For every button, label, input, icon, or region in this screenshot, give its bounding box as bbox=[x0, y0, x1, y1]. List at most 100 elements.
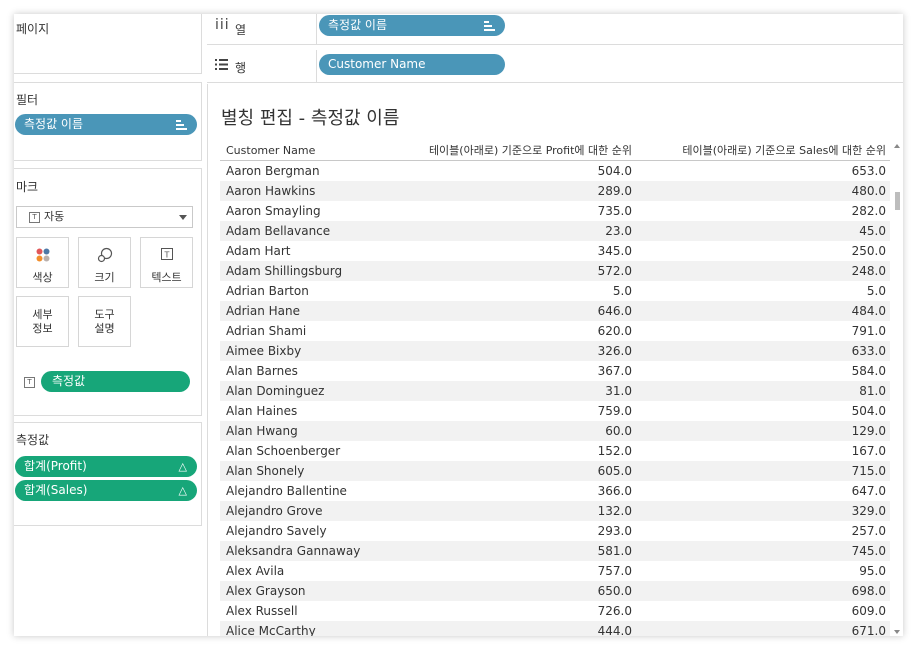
size-button[interactable]: 크기 bbox=[78, 237, 131, 288]
cell-profit-rank: 581.0 bbox=[597, 544, 632, 558]
table-row[interactable]: Adam Bellavance 23.0 45.0 bbox=[220, 221, 890, 241]
view-title: 별칭 편집 - 측정값 이름 bbox=[221, 108, 400, 129]
text-encoding-icon: T bbox=[24, 377, 35, 388]
cell-sales-rank: 45.0 bbox=[859, 224, 886, 238]
cell-customer-name: Alejandro Ballentine bbox=[226, 484, 347, 498]
detail-button[interactable]: 세부 정보 bbox=[16, 296, 69, 347]
table-row[interactable]: Alejandro Grove 132.0 329.0 bbox=[220, 501, 890, 521]
cell-sales-rank: 282.0 bbox=[851, 204, 886, 218]
delta-icon: △ bbox=[178, 460, 187, 473]
cell-sales-rank: 250.0 bbox=[851, 244, 886, 258]
filters-title: 필터 bbox=[16, 93, 39, 107]
size-icon bbox=[79, 247, 130, 263]
cell-sales-rank: 791.0 bbox=[851, 324, 886, 338]
cell-profit-rank: 367.0 bbox=[597, 364, 632, 378]
cell-profit-rank: 60.0 bbox=[605, 424, 632, 438]
table-row[interactable]: Alejandro Ballentine 366.0 647.0 bbox=[220, 481, 890, 501]
mark-type-dropdown[interactable]: T 자동 bbox=[16, 206, 193, 228]
table-row[interactable]: Alejandro Savely 293.0 257.0 bbox=[220, 521, 890, 541]
table-row[interactable]: Adrian Barton 5.0 5.0 bbox=[220, 281, 890, 301]
filter-pill-measure-names[interactable]: 측정값 이름 bbox=[15, 114, 197, 135]
table-row[interactable]: Adrian Shami 620.0 791.0 bbox=[220, 321, 890, 341]
marks-pill-measure-values[interactable]: 측정값 bbox=[41, 371, 190, 392]
tableau-window: 페이지 필터 측정값 이름 마크 T 자동 색상 크기 T 텍스트 세부 정보 … bbox=[14, 14, 903, 636]
measure-pill-profit[interactable]: 합계(Profit) △ bbox=[15, 456, 197, 477]
cell-customer-name: Alan Hwang bbox=[226, 424, 298, 438]
table-row[interactable]: Alan Haines 759.0 504.0 bbox=[220, 401, 890, 421]
delta-icon: △ bbox=[178, 484, 187, 497]
cell-customer-name: Aleksandra Gannaway bbox=[226, 544, 361, 558]
table-row[interactable]: Adam Hart 345.0 250.0 bbox=[220, 241, 890, 261]
scroll-up-icon[interactable] bbox=[894, 144, 900, 148]
svg-text:T: T bbox=[163, 251, 169, 260]
color-button[interactable]: 색상 bbox=[16, 237, 69, 288]
cell-customer-name: Alex Russell bbox=[226, 604, 298, 618]
cell-profit-rank: 326.0 bbox=[597, 344, 632, 358]
table-row[interactable]: Aaron Smayling 735.0 282.0 bbox=[220, 201, 890, 221]
cell-customer-name: Aaron Bergman bbox=[226, 164, 320, 178]
cell-sales-rank: 167.0 bbox=[851, 444, 886, 458]
rows-pill-customer-name[interactable]: Customer Name bbox=[319, 54, 505, 75]
cell-profit-rank: 620.0 bbox=[597, 324, 632, 338]
cell-profit-rank: 444.0 bbox=[597, 624, 632, 636]
header-customer-name[interactable]: Customer Name bbox=[226, 142, 315, 160]
cell-customer-name: Adrian Barton bbox=[226, 284, 309, 298]
cell-customer-name: Alan Barnes bbox=[226, 364, 298, 378]
table-row[interactable]: Alan Shonely 605.0 715.0 bbox=[220, 461, 890, 481]
header-profit-rank[interactable]: 테이블(아래로) 기준으로 Profit에 대한 순위 bbox=[429, 142, 632, 160]
table-row[interactable]: Adrian Hane 646.0 484.0 bbox=[220, 301, 890, 321]
rows-pill-label: Customer Name bbox=[328, 57, 426, 71]
table-row[interactable]: Aleksandra Gannaway 581.0 745.0 bbox=[220, 541, 890, 561]
cell-customer-name: Aimee Bixby bbox=[226, 344, 302, 358]
cell-profit-rank: 152.0 bbox=[597, 444, 632, 458]
table-row[interactable]: Alex Grayson 650.0 698.0 bbox=[220, 581, 890, 601]
text-button[interactable]: T 텍스트 bbox=[140, 237, 193, 288]
columns-shelf: iii 열 측정값 이름 bbox=[207, 14, 903, 45]
table-row[interactable]: Alice McCarthy 444.0 671.0 bbox=[220, 621, 890, 636]
color-label: 색상 bbox=[32, 271, 53, 284]
marks-card: 마크 T 자동 색상 크기 T 텍스트 세부 정보 도구 설명 T 측정값 bbox=[14, 168, 202, 416]
vertical-scrollbar[interactable] bbox=[892, 142, 902, 636]
table-row[interactable]: Alex Avila 757.0 95.0 bbox=[220, 561, 890, 581]
text-icon: T bbox=[141, 247, 192, 263]
cell-customer-name: Alejandro Grove bbox=[226, 504, 323, 518]
measure-pill-sales[interactable]: 합계(Sales) △ bbox=[15, 480, 197, 501]
cell-profit-rank: 23.0 bbox=[605, 224, 632, 238]
cell-customer-name: Adam Shillingsburg bbox=[226, 264, 343, 278]
table-row[interactable]: Alan Dominguez 31.0 81.0 bbox=[220, 381, 890, 401]
cell-profit-rank: 605.0 bbox=[597, 464, 632, 478]
header-sales-rank[interactable]: 테이블(아래로) 기준으로 Sales에 대한 순위 bbox=[682, 142, 886, 160]
cell-profit-rank: 132.0 bbox=[597, 504, 632, 518]
rows-shelf: 행 Customer Name bbox=[207, 50, 903, 83]
table-row[interactable]: Aimee Bixby 326.0 633.0 bbox=[220, 341, 890, 361]
mark-type-label: 자동 bbox=[44, 210, 65, 223]
cell-customer-name: Alan Schoenberger bbox=[226, 444, 341, 458]
table-row[interactable]: Aaron Bergman 504.0 653.0 bbox=[220, 161, 890, 181]
cell-sales-rank: 504.0 bbox=[851, 404, 886, 418]
columns-pill-label: 측정값 이름 bbox=[328, 18, 388, 32]
cell-sales-rank: 584.0 bbox=[851, 364, 886, 378]
table-row[interactable]: Adam Shillingsburg 572.0 248.0 bbox=[220, 261, 890, 281]
cell-customer-name: Alan Dominguez bbox=[226, 384, 325, 398]
columns-pill-measure-names[interactable]: 측정값 이름 bbox=[319, 15, 505, 36]
table-row[interactable]: Alex Russell 726.0 609.0 bbox=[220, 601, 890, 621]
table-row[interactable]: Alan Barnes 367.0 584.0 bbox=[220, 361, 890, 381]
cell-profit-rank: 757.0 bbox=[597, 564, 632, 578]
text-label: 텍스트 bbox=[151, 271, 182, 284]
table-row[interactable]: Alan Hwang 60.0 129.0 bbox=[220, 421, 890, 441]
size-label: 크기 bbox=[94, 271, 115, 284]
pages-title: 페이지 bbox=[16, 22, 50, 36]
table-row[interactable]: Alan Schoenberger 152.0 167.0 bbox=[220, 441, 890, 461]
cell-sales-rank: 698.0 bbox=[851, 584, 886, 598]
cell-profit-rank: 735.0 bbox=[597, 204, 632, 218]
left-panel: 페이지 필터 측정값 이름 마크 T 자동 색상 크기 T 텍스트 세부 정보 … bbox=[14, 14, 204, 636]
scroll-thumb[interactable] bbox=[895, 192, 900, 210]
cell-sales-rank: 647.0 bbox=[851, 484, 886, 498]
scroll-down-icon[interactable] bbox=[894, 630, 900, 634]
cell-customer-name: Alex Grayson bbox=[226, 584, 306, 598]
measure-values-card: 측정값 합계(Profit) △ 합계(Sales) △ bbox=[14, 422, 202, 526]
measure-pill-label: 합계(Profit) bbox=[24, 459, 87, 473]
table-row[interactable]: Aaron Hawkins 289.0 480.0 bbox=[220, 181, 890, 201]
tooltip-button[interactable]: 도구 설명 bbox=[78, 296, 131, 347]
cell-profit-rank: 366.0 bbox=[597, 484, 632, 498]
